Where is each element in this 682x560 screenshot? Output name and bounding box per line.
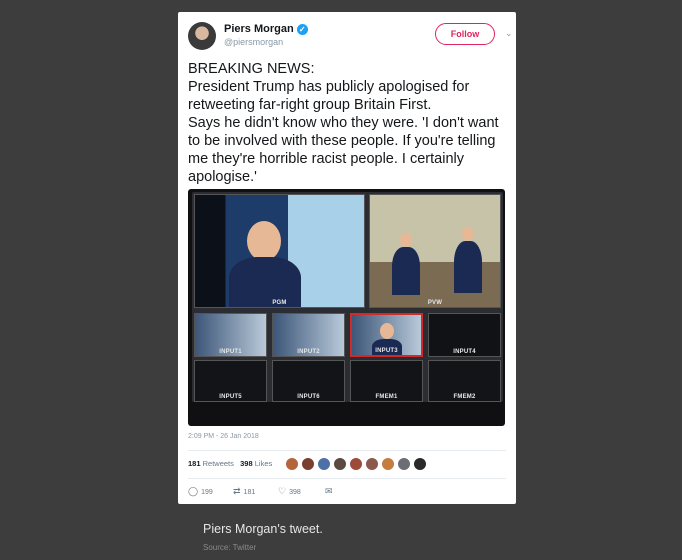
liker-avatar[interactable] bbox=[413, 457, 427, 471]
multiview-monitor: PGM PVW INPUT1 INPUT2 INPUT3 INPUT4 INPU… bbox=[192, 192, 503, 402]
reply-icon: ◯ bbox=[188, 486, 199, 496]
monitor-label: INPUT6 bbox=[297, 394, 320, 400]
retweet-button[interactable]: ⇄ 181 bbox=[233, 486, 255, 497]
monitor-label: INPUT4 bbox=[453, 349, 476, 355]
monitor-label: INPUT5 bbox=[219, 394, 242, 400]
monitor-label: PVW bbox=[427, 300, 443, 306]
avatar[interactable] bbox=[188, 22, 216, 50]
monitor-cell-input1: INPUT1 bbox=[194, 313, 267, 357]
liker-avatar[interactable] bbox=[397, 457, 411, 471]
divider bbox=[188, 478, 506, 479]
monitor-cell-fmem2: FMEM2 bbox=[428, 360, 501, 402]
monitor-cell-input5: INPUT5 bbox=[194, 360, 267, 402]
monitor-cell-pgm: PGM bbox=[194, 194, 365, 308]
monitor-label: INPUT3 bbox=[375, 348, 398, 354]
likes-count[interactable]: 398 bbox=[240, 459, 253, 468]
liker-avatar[interactable] bbox=[349, 457, 363, 471]
monitor-label: FMEM1 bbox=[375, 394, 398, 400]
liker-avatar[interactable] bbox=[365, 457, 379, 471]
message-button[interactable]: ✉ bbox=[325, 486, 336, 497]
monitor-cell-input2: INPUT2 bbox=[272, 313, 345, 357]
monitor-cell-pvw: PVW bbox=[369, 194, 501, 308]
monitor-cell-input4: INPUT4 bbox=[428, 313, 501, 357]
retweets-count[interactable]: 181 bbox=[188, 459, 201, 468]
liker-avatar[interactable] bbox=[301, 457, 315, 471]
monitor-cell-input3: INPUT3 bbox=[350, 313, 423, 357]
monitor-label: INPUT2 bbox=[297, 349, 320, 355]
liker-avatar[interactable] bbox=[285, 457, 299, 471]
liker-avatar[interactable] bbox=[333, 457, 347, 471]
liker-avatar[interactable] bbox=[317, 457, 331, 471]
like-button[interactable]: ♡ 398 bbox=[278, 486, 301, 497]
like-count: 398 bbox=[289, 489, 301, 496]
monitor-label: PGM bbox=[272, 300, 287, 306]
monitor-cell-input6: INPUT6 bbox=[272, 360, 345, 402]
author-name-text[interactable]: Piers Morgan bbox=[224, 23, 294, 35]
divider bbox=[188, 450, 506, 451]
image-caption: Piers Morgan's tweet. bbox=[203, 522, 323, 536]
chevron-down-icon[interactable]: ⌄ bbox=[505, 28, 513, 39]
reply-count: 199 bbox=[201, 489, 213, 496]
monitor-label: FMEM2 bbox=[453, 394, 476, 400]
retweet-icon: ⇄ bbox=[233, 486, 241, 496]
image-source: Source: Twitter bbox=[203, 543, 257, 552]
likes-label[interactable]: Likes bbox=[255, 459, 273, 468]
tweet-text: BREAKING NEWS: President Trump has publi… bbox=[188, 61, 499, 185]
envelope-icon: ✉ bbox=[325, 486, 333, 496]
tweet-card: Piers Morgan ✓ @piersmorgan Follow ⌄ BREA… bbox=[178, 12, 516, 504]
retweets-label[interactable]: Retweets bbox=[203, 459, 234, 468]
tweet-stats: 181 Retweets 398 Likes bbox=[188, 459, 272, 468]
monitor-label: INPUT1 bbox=[219, 349, 242, 355]
follow-button[interactable]: Follow bbox=[435, 23, 495, 45]
verified-icon: ✓ bbox=[296, 24, 308, 35]
author-handle[interactable]: @piersmorgan bbox=[224, 37, 283, 47]
reply-button[interactable]: ◯ 199 bbox=[188, 486, 213, 497]
heart-icon: ♡ bbox=[278, 486, 287, 496]
tweet-actions: ◯ 199 ⇄ 181 ♡ 398 ✉ bbox=[188, 486, 388, 498]
tweet-photo[interactable]: PGM PVW INPUT1 INPUT2 INPUT3 INPUT4 INPU… bbox=[188, 189, 505, 426]
monitor-cell-fmem1: FMEM1 bbox=[350, 360, 423, 402]
author-name[interactable]: Piers Morgan ✓ bbox=[224, 23, 308, 35]
retweet-count: 181 bbox=[243, 489, 256, 496]
tweet-timestamp[interactable]: 2:09 PM - 26 Jan 2018 bbox=[188, 433, 259, 440]
tweet-header: Piers Morgan ✓ @piersmorgan Follow ⌄ bbox=[188, 22, 513, 56]
liker-avatar[interactable] bbox=[381, 457, 395, 471]
